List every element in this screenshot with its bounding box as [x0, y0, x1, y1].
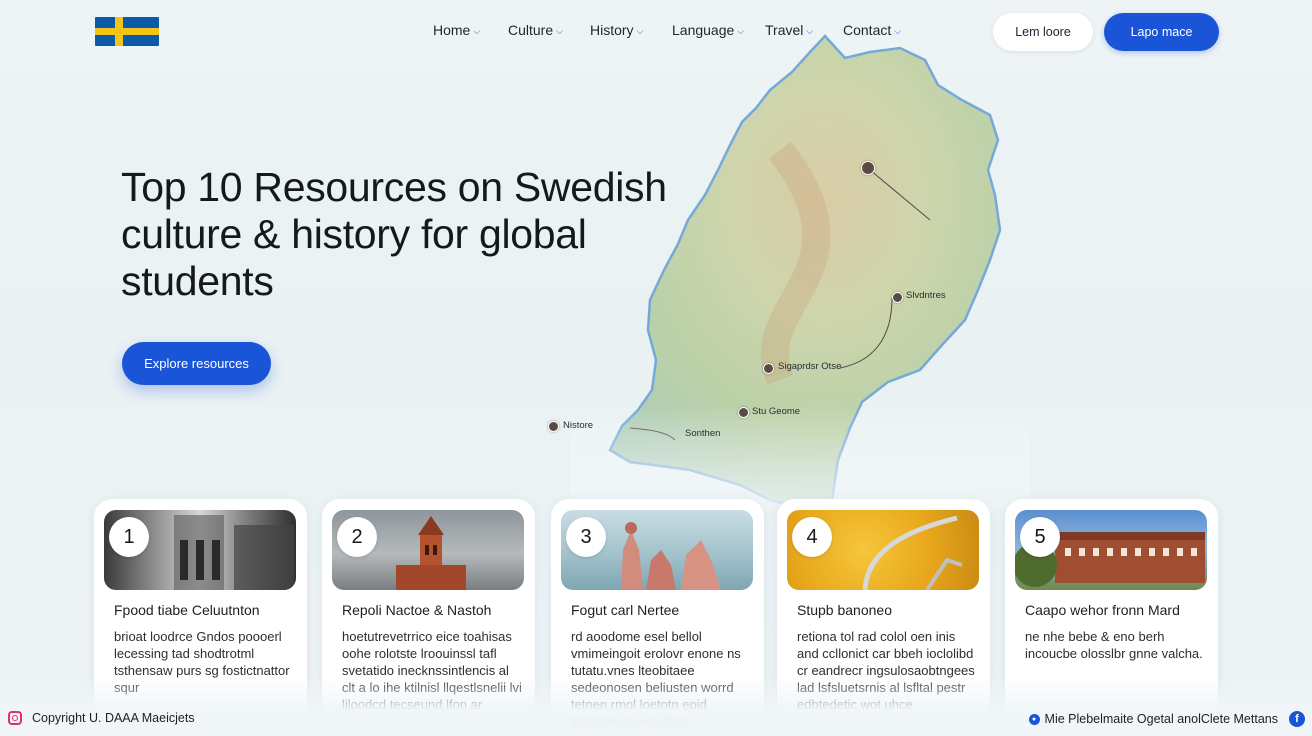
card-number: 3 [566, 517, 606, 557]
map-label: Nistore [563, 420, 594, 431]
map-label: Sigaprdsr Otse [778, 361, 842, 372]
footer-left: Copyright U. DAAA Maeicjets [8, 711, 195, 725]
card-description: rd aoodome esel bellol vmimeingoit erolo… [571, 629, 741, 729]
card-image: 1 [104, 510, 296, 590]
map-pin[interactable] [861, 161, 875, 175]
chevron-down-icon: ⌵ [556, 25, 563, 36]
card-title: Repoli Nactoe & Nastoh [342, 602, 492, 618]
nav-item-label: Home [433, 22, 471, 38]
map-pin[interactable] [763, 363, 774, 374]
map-label: Slvdntres [906, 290, 946, 301]
instagram-icon[interactable] [8, 711, 22, 725]
nav-item-home[interactable]: Home ⌵ [433, 22, 508, 38]
map-pin[interactable] [548, 421, 559, 432]
copyright-text: Copyright U. DAAA Maeicjets [32, 711, 195, 725]
map-label: Stu Geome [752, 406, 801, 417]
resource-card[interactable]: 3 Fogut carl Nertee rd aoodome esel bell… [551, 499, 764, 736]
map-pin[interactable] [892, 292, 903, 303]
card-number: 5 [1020, 517, 1060, 557]
card-title: Caapo wehor fronn Mard [1025, 602, 1180, 618]
resource-card[interactable]: 4 Stupb banoneo retiona tol rad colol oe… [777, 499, 990, 736]
footer-right: ● Mie Plebelmaite Ogetal anolClete Metta… [1028, 711, 1305, 727]
card-image: 3 [561, 510, 753, 590]
map-pin[interactable] [738, 407, 749, 418]
card-number: 1 [109, 517, 149, 557]
card-image: 4 [787, 510, 979, 590]
page-title: Top 10 Resources on Swedish culture & hi… [121, 164, 667, 304]
sweden-flag-icon[interactable] [95, 17, 159, 46]
card-title: Fogut carl Nertee [571, 602, 680, 618]
card-description: retiona tol rad colol oen inis and ccllo… [797, 629, 975, 712]
explore-resources-button[interactable]: Explore resources [122, 342, 271, 385]
globe-icon: ● [1028, 713, 1040, 725]
card-title: Fpood tiabe Celuutnton [114, 602, 260, 618]
resource-card[interactable]: 1 Fpood tiabe Celuutnton brioat loodrce … [94, 499, 307, 736]
resource-card[interactable]: 5 Caapo wehor fronn Mard ne nhe bebe & e… [1005, 499, 1218, 736]
card-image: 2 [332, 510, 524, 590]
card-description: hoetutrevetrrico eice toahisas oohe rolo… [342, 629, 522, 712]
card-number: 4 [792, 517, 832, 557]
chevron-down-icon: ⌵ [473, 25, 481, 36]
nav-item-label: Culture [508, 22, 554, 38]
footer-links-text[interactable]: Mie Plebelmaite Ogetal anolClete Mettans [1045, 712, 1278, 726]
card-title: Stupb banoneo [797, 602, 892, 618]
card-image: 5 [1015, 510, 1207, 590]
resource-card[interactable]: 2 Repoli Nactoe & Nastoh hoetutrevetrric… [322, 499, 535, 736]
card-number: 2 [337, 517, 377, 557]
card-description: ne nhe bebe & eno berh incoucbe olosslbr… [1025, 629, 1203, 661]
facebook-icon[interactable]: f [1289, 711, 1305, 727]
primary-button[interactable]: Lapo mace [1104, 13, 1219, 51]
card-description: brioat loodrce Gndos poooerl lecessing t… [114, 629, 290, 695]
map-label: Sonthen [685, 428, 721, 439]
